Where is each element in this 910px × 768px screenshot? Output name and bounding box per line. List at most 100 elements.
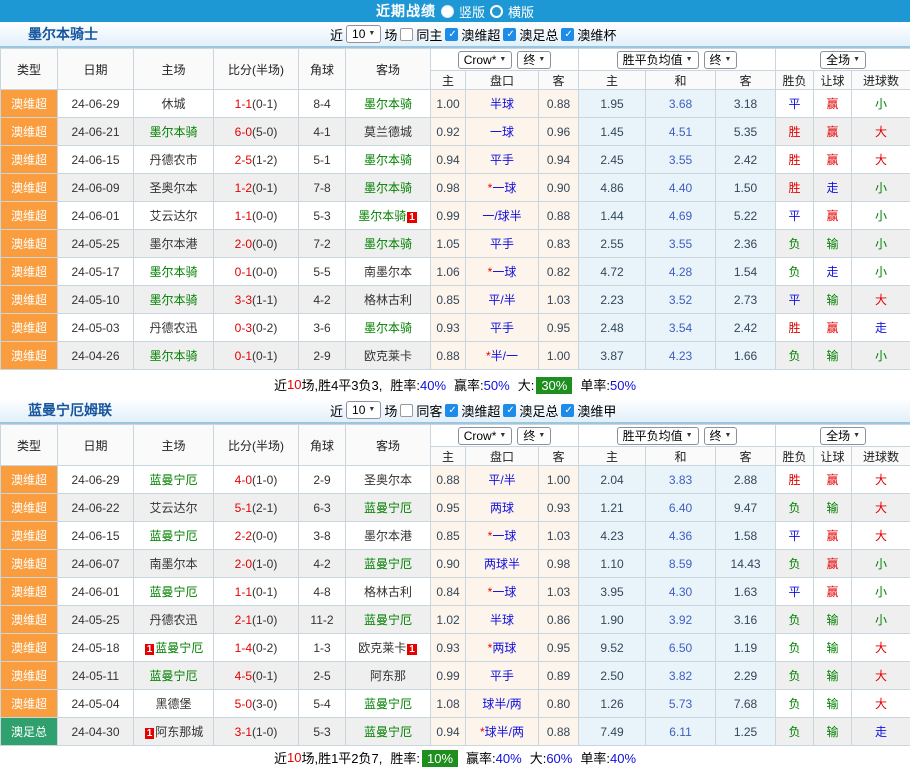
bookmaker-select[interactable]: Crow*▼ — [458, 427, 513, 445]
league1-checkbox[interactable] — [445, 404, 458, 417]
recent-count-select[interactable]: 10▼ — [346, 25, 381, 43]
avg-time-select[interactable]: 终▼ — [704, 427, 738, 445]
league2-label[interactable]: 澳足总 — [519, 401, 558, 420]
handicap-cell: 两球半 — [466, 550, 539, 578]
corner-cell: 2-9 — [299, 342, 346, 370]
away-odds-cell: 0.95 — [539, 314, 579, 342]
team-name: 墨尔本港 — [149, 237, 197, 251]
same-away-checkbox[interactable] — [400, 404, 413, 417]
chevron-down-icon: ▼ — [853, 429, 860, 443]
team-name: 墨尔本骑 — [149, 349, 197, 363]
away-odds-cell: 0.96 — [539, 118, 579, 146]
away-odds-cell: 1.00 — [539, 466, 579, 494]
recent-count-select[interactable]: 10▼ — [346, 401, 381, 419]
same-home-checkbox[interactable] — [400, 28, 413, 41]
league1-checkbox[interactable] — [445, 28, 458, 41]
league3-label[interactable]: 澳维杯 — [577, 25, 616, 44]
fulltime-score: 2-1 — [235, 613, 252, 627]
team-name: 格林古利 — [364, 585, 412, 599]
goals-result-cell: 小 — [852, 342, 910, 370]
home-odds-cell: 0.94 — [431, 146, 466, 174]
avg-draw-cell: 4.36 — [646, 522, 716, 550]
goals-result-cell: 大 — [852, 466, 910, 494]
league3-checkbox[interactable] — [561, 28, 574, 41]
team-name: 墨尔本骑 — [364, 97, 412, 111]
handicap-result-cell: 赢 — [814, 202, 852, 230]
fulltime-score: 4-5 — [235, 669, 252, 683]
away-team-cell: 墨尔本骑1 — [346, 202, 431, 230]
avg-time-select[interactable]: 终▼ — [704, 51, 738, 69]
league3-label[interactable]: 澳维甲 — [577, 401, 616, 420]
avg-draw-cell: 3.83 — [646, 466, 716, 494]
table-row: 澳维超24-05-25丹德农迅2-1(1-0)11-2蓝曼宁厄1.02半球0.8… — [1, 606, 910, 634]
league-type-cell: 澳维超 — [1, 174, 58, 202]
score-cell: 2-0(1-0) — [214, 550, 299, 578]
goals-result-cell: 小 — [852, 578, 910, 606]
date-cell: 24-05-18 — [58, 634, 134, 662]
summary-record: 场,胜1平2负7, — [301, 748, 382, 767]
stat-value: 50% — [610, 378, 636, 393]
avg-odds-select[interactable]: 胜平负均值▼ — [617, 427, 699, 445]
table-row: 澳维超24-06-01蓝曼宁厄1-1(0-1)4-8格林古利0.84*一球1.0… — [1, 578, 910, 606]
halftime-score: (0-2) — [252, 641, 277, 655]
col-goals-result: 进球数 — [852, 71, 910, 90]
same-home-label[interactable]: 同主 — [416, 25, 442, 44]
handicap-value: 球半/两 — [485, 725, 524, 739]
avg-home-cell: 1.26 — [579, 690, 646, 718]
handicap-value: 一球 — [492, 529, 516, 543]
handicap-cell: 平手 — [466, 146, 539, 174]
bookmaker-select[interactable]: Crow*▼ — [458, 51, 513, 69]
league2-label[interactable]: 澳足总 — [519, 25, 558, 44]
fulltime-score: 0-1 — [235, 349, 252, 363]
horizontal-layout-label[interactable]: 横版 — [508, 2, 534, 21]
handicap-value: 平手 — [490, 669, 514, 683]
chevron-down-icon: ▼ — [499, 429, 506, 443]
handicap-value: 一球 — [492, 181, 516, 195]
games-label: 场 — [384, 401, 397, 420]
avg-away-cell: 2.36 — [716, 230, 776, 258]
away-odds-cell: 0.89 — [539, 662, 579, 690]
summary-stat: 大:60% — [530, 748, 573, 767]
table-row: 澳维超24-06-21墨尔本骑6-0(5-0)4-1莫兰德城0.92一球0.96… — [1, 118, 910, 146]
horizontal-layout-radio[interactable] — [490, 5, 503, 18]
summary-stat: 赢率:50% — [454, 375, 510, 394]
odds-time-select[interactable]: 终▼ — [517, 427, 551, 445]
handicap-cell: 平手 — [466, 662, 539, 690]
league2-checkbox[interactable] — [503, 28, 516, 41]
avg-odds-select[interactable]: 胜平负均值▼ — [617, 51, 699, 69]
league-type-cell: 澳维超 — [1, 342, 58, 370]
goals-result-cell: 小 — [852, 174, 910, 202]
vertical-layout-radio[interactable] — [441, 5, 454, 18]
handicap-cell: 一/球半 — [466, 202, 539, 230]
col-odds-home: 主 — [431, 71, 466, 90]
date-cell: 24-06-21 — [58, 118, 134, 146]
section-header-team2: 蓝曼宁厄姆联 近 10▼ 场 同客 澳维超 澳足总 澳维甲 — [0, 398, 910, 424]
league-type-cell: 澳维超 — [1, 202, 58, 230]
league1-label[interactable]: 澳维超 — [461, 25, 500, 44]
home-odds-cell: 0.90 — [431, 550, 466, 578]
away-team-cell: 墨尔本骑 — [346, 90, 431, 118]
fulltime-score: 1-4 — [235, 641, 252, 655]
summary-stat: 赢率:40% — [466, 748, 522, 767]
league3-checkbox[interactable] — [561, 404, 574, 417]
away-team-cell: 南墨尔本 — [346, 258, 431, 286]
date-cell: 24-06-09 — [58, 174, 134, 202]
scope-select[interactable]: 全场▼ — [820, 427, 866, 445]
league-type-cell: 澳维超 — [1, 230, 58, 258]
same-away-label[interactable]: 同客 — [416, 401, 442, 420]
handicap-cell: 平手 — [466, 314, 539, 342]
odds-time-select[interactable]: 终▼ — [517, 51, 551, 69]
home-odds-cell: 0.85 — [431, 522, 466, 550]
handicap-value: 平/半 — [488, 293, 515, 307]
avg-home-cell: 2.04 — [579, 466, 646, 494]
score-cell: 0-1(0-1) — [214, 342, 299, 370]
scope-select[interactable]: 全场▼ — [820, 51, 866, 69]
home-odds-cell: 0.88 — [431, 466, 466, 494]
score-cell: 2-5(1-2) — [214, 146, 299, 174]
league1-label[interactable]: 澳维超 — [461, 401, 500, 420]
vertical-layout-label[interactable]: 竖版 — [459, 2, 485, 21]
team-name: 艾云达尔 — [149, 209, 197, 223]
league2-checkbox[interactable] — [503, 404, 516, 417]
handicap-value: 一球 — [492, 585, 516, 599]
corner-cell: 5-4 — [299, 690, 346, 718]
